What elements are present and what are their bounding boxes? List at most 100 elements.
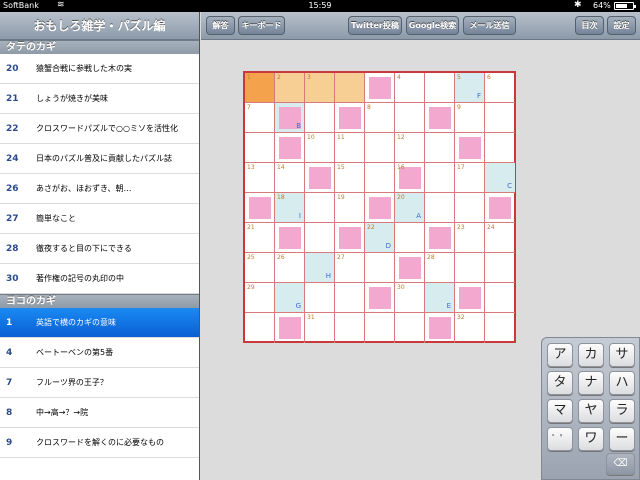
grid-cell[interactable] [425,163,455,193]
grid-cell[interactable]: 9 [455,103,485,133]
twitter-post-button[interactable]: Twitter投稿 [348,16,402,35]
grid-cell[interactable] [305,103,335,133]
grid-cell[interactable]: 16 [395,163,425,193]
grid-cell[interactable] [425,73,455,103]
key-long-vowel[interactable]: ー [609,427,635,451]
grid-cell[interactable] [455,283,485,313]
clue-row[interactable]: 27 簡単なこと [0,204,199,234]
grid-cell[interactable] [425,193,455,223]
grid-cell[interactable]: E [425,283,455,313]
grid-cell[interactable]: G [275,283,305,313]
grid-cell[interactable] [485,193,515,223]
settings-button[interactable]: 設定 [607,16,636,35]
clue-row[interactable]: 1 英語で横のカギの意味 [0,308,199,338]
clue-row[interactable]: 28 徹夜すると目の下にできる [0,234,199,264]
grid-cell[interactable] [455,133,485,163]
key-wa[interactable]: ワ [578,427,604,451]
clue-row[interactable]: 20 猿蟹合戦に参戦した木の実 [0,54,199,84]
grid-cell[interactable]: 23 [455,223,485,253]
grid-cell[interactable] [305,283,335,313]
clue-row[interactable]: 22 クロスワードパズルで○○ミソを活性化 [0,114,199,144]
grid-cell[interactable] [245,193,275,223]
grid-cell[interactable]: 31 [305,313,335,343]
grid-cell[interactable] [485,103,515,133]
key-ka[interactable]: カ [578,343,604,367]
key-a[interactable]: ア [547,343,573,367]
grid-cell[interactable]: 17 [455,163,485,193]
grid-cell[interactable] [245,313,275,343]
grid-cell[interactable] [395,223,425,253]
grid-cell[interactable]: 12 [395,133,425,163]
clue-row[interactable]: 24 日本のパズル普及に貢献したパズル誌 [0,144,199,174]
grid-cell[interactable] [365,193,395,223]
grid-cell[interactable] [275,313,305,343]
clue-row[interactable]: 26 あさがお、ほおずき、朝… [0,174,199,204]
grid-cell[interactable]: 28 [425,253,455,283]
grid-cell[interactable]: C [485,163,515,193]
grid-cell[interactable]: 27 [335,253,365,283]
key-ra[interactable]: ラ [609,399,635,423]
grid-cell[interactable] [335,283,365,313]
grid-cell[interactable] [365,163,395,193]
grid-cell[interactable]: 7 [245,103,275,133]
key-sa[interactable]: サ [609,343,635,367]
grid-cell[interactable]: 5F [455,73,485,103]
grid-cell[interactable]: 3 [305,73,335,103]
grid-cell[interactable]: 32 [455,313,485,343]
grid-cell[interactable] [335,223,365,253]
grid-cell[interactable]: 20 A [395,193,425,223]
grid-cell[interactable] [365,313,395,343]
grid-cell[interactable]: 24 [485,223,515,253]
grid-cell[interactable] [365,253,395,283]
grid-cell[interactable] [335,313,365,343]
grid-cell[interactable] [485,283,515,313]
clue-row[interactable]: 7 フルーツ界の王子？ [0,368,199,398]
grid-cell[interactable]: 1 [245,73,275,103]
grid-cell[interactable] [275,223,305,253]
grid-cell[interactable]: 18 I [275,193,305,223]
grid-cell[interactable] [305,193,335,223]
grid-cell[interactable]: 29 [245,283,275,313]
delete-key[interactable]: ⌫ [606,453,635,475]
clue-row[interactable]: 8 中→高→？→院 [0,398,199,428]
grid-cell[interactable]: 14 [275,163,305,193]
mail-send-button[interactable]: メール送信 [463,16,516,35]
grid-cell[interactable]: 6 [485,73,515,103]
grid-cell[interactable] [335,103,365,133]
grid-cell[interactable] [395,253,425,283]
contents-button[interactable]: 目次 [575,16,604,35]
grid-cell[interactable] [485,313,515,343]
grid-cell[interactable]: 25 [245,253,275,283]
grid-cell[interactable] [305,163,335,193]
grid-cell[interactable]: H [305,253,335,283]
key-ma[interactable]: マ [547,399,573,423]
answer-button[interactable]: 解答 [206,16,235,35]
key-ya[interactable]: ヤ [578,399,604,423]
grid-cell[interactable]: 30 [395,283,425,313]
grid-cell[interactable]: 21 [245,223,275,253]
clue-row[interactable]: 4 ベートーベンの第5番 [0,338,199,368]
grid-cell[interactable] [485,253,515,283]
key-dakuten[interactable]: ゛゜ [547,427,573,451]
grid-cell[interactable] [395,313,425,343]
grid-cell[interactable]: 15 [335,163,365,193]
grid-cell[interactable] [455,253,485,283]
grid-cell[interactable]: 2 [275,73,305,103]
clue-row[interactable]: 21 しょうが焼きが美味 [0,84,199,114]
key-ha[interactable]: ハ [609,371,635,395]
grid-cell[interactable] [305,223,335,253]
grid-cell[interactable] [365,133,395,163]
google-search-button[interactable]: Google検索 [406,16,459,35]
grid-cell[interactable]: 22 D [365,223,395,253]
grid-cell[interactable]: B [275,103,305,133]
grid-cell[interactable] [245,133,275,163]
grid-cell[interactable] [335,73,365,103]
grid-cell[interactable]: 10 [305,133,335,163]
grid-cell[interactable] [395,103,425,133]
grid-cell[interactable]: 11 [335,133,365,163]
grid-cell[interactable] [365,283,395,313]
clue-row[interactable]: 9 クロスワードを解くのに必要なもの [0,428,199,458]
grid-cell[interactable]: 26 [275,253,305,283]
grid-cell[interactable] [425,133,455,163]
grid-cell[interactable] [425,223,455,253]
